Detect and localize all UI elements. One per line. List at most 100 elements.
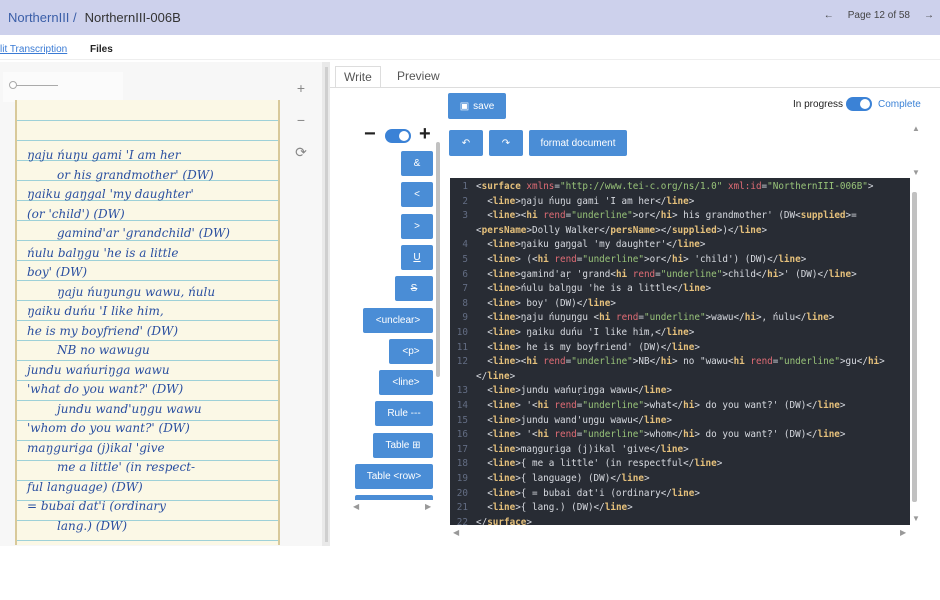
insert-button[interactable]: <p> bbox=[389, 338, 433, 364]
rotate-icon[interactable]: ⟳ bbox=[290, 144, 312, 176]
nav-tabs: lit Transcription Files bbox=[0, 40, 940, 60]
line-number: 20 bbox=[456, 487, 468, 499]
zoom-slider[interactable] bbox=[3, 72, 123, 102]
handwritten-line: or his grandmother' (DW) bbox=[57, 167, 214, 182]
code-line[interactable]: 15 <line>jundu wand'uŋgu wawu</line> bbox=[450, 415, 672, 430]
code-text: <line> '<hi rend="underline">what</hi> d… bbox=[476, 400, 846, 411]
insert-button[interactable]: U bbox=[401, 244, 433, 270]
insert-button[interactable]: Rule --- bbox=[375, 401, 433, 427]
line-number: 22 bbox=[456, 516, 468, 525]
code-text: <line> '<hi rend="underline">whom</hi> d… bbox=[476, 429, 846, 441]
arrow-left-icon[interactable]: ← bbox=[824, 10, 834, 21]
code-line[interactable]: 11 <line> he is my boyfriend' (DW)</line… bbox=[450, 342, 700, 357]
code-line[interactable]: 18 <line>{ me a little' (in respectful</… bbox=[450, 458, 723, 473]
redo-icon: ↷ bbox=[501, 137, 511, 149]
code-text: <line> (<hi rend="underline">or</hi> 'ch… bbox=[476, 254, 807, 265]
code-text: <line>{ lang.) (DW)</line> bbox=[476, 502, 633, 514]
panel-resizer[interactable] bbox=[322, 62, 330, 546]
code-text: <line>gamind'aṛ 'grand<hi rend="underlin… bbox=[476, 268, 857, 280]
buttons-scrollbar[interactable] bbox=[436, 142, 440, 377]
arrow-right-icon[interactable]: → bbox=[924, 10, 934, 21]
code-line[interactable]: 10 <line> ŋaiku duńu 'I like him,</line> bbox=[450, 327, 695, 342]
code-text: <line> boy' (DW)</line> bbox=[476, 297, 616, 309]
breadcrumb-item: NorthernIII-006B bbox=[84, 10, 181, 25]
line-number: 10 bbox=[456, 327, 468, 338]
code-line[interactable]: 21 <line>{ lang.) (DW)</line> bbox=[450, 502, 633, 517]
format-document-button[interactable]: format document bbox=[529, 130, 627, 156]
manuscript-image: ŋaju ńuŋu gami 'I am her or his grandmoth… bbox=[15, 100, 280, 545]
line-number: 11 bbox=[456, 341, 468, 353]
save-icon: ▣ bbox=[459, 100, 470, 112]
status-in-progress: In progress bbox=[793, 99, 844, 110]
code-editor[interactable]: 1 <surface xmlns="http://www.tei-c.org/ns… bbox=[450, 178, 910, 525]
code-text: <persName>Dolly Walker</persName></suppl… bbox=[476, 224, 768, 236]
zoom-in-icon[interactable]: + bbox=[290, 80, 312, 112]
code-line[interactable]: 3 <line><hi rend="underline">or</hi> his… bbox=[450, 210, 857, 225]
code-text: <line>ŋaju ńuŋuŋgu <hi rend="underline">… bbox=[476, 312, 835, 324]
insert-button[interactable]: & bbox=[401, 151, 433, 176]
code-line[interactable]: 4 <line>ŋaiku gaŋgal 'my daughter'</line… bbox=[450, 239, 706, 254]
ruled-line bbox=[17, 280, 278, 281]
code-line[interactable]: 20 <line>{ = bubai dat'i (ordinary</line… bbox=[450, 488, 700, 503]
code-text: <line>{ me a little' (in respectful</lin… bbox=[476, 458, 723, 470]
insert-button[interactable]: > bbox=[401, 213, 433, 239]
insert-button[interactable]: < bbox=[401, 182, 433, 208]
code-line[interactable]: </line> bbox=[450, 371, 515, 386]
code-text: <line><hi rend="underline">NB</hi> no "w… bbox=[476, 356, 885, 368]
insert-button[interactable]: Table ⊞ bbox=[373, 432, 433, 458]
code-text: <line> he is my boyfriend' (DW)</line> bbox=[476, 341, 700, 353]
code-text: <line><hi rend="underline">or</hi> his g… bbox=[476, 210, 857, 222]
code-line[interactable]: 19 <line>{ language) (DW)</line> bbox=[450, 473, 650, 488]
line-number: 4 bbox=[462, 239, 468, 251]
tab-write[interactable]: Write bbox=[335, 66, 381, 88]
breadcrumb-collection[interactable]: NorthernIII / bbox=[8, 10, 77, 25]
code-line[interactable]: 2 <line>ŋaju ńuŋu gami 'I am her</line> bbox=[450, 196, 694, 211]
code-text: <line>maŋguṛiga (j)ikal 'give</line> bbox=[476, 443, 689, 455]
code-text: <line>{ = bubai dat'i (ordinary</line> bbox=[476, 487, 700, 499]
insert-button[interactable]: <line> bbox=[379, 370, 433, 396]
code-line[interactable]: 6 <line>gamind'aṛ 'grand<hi rend="underl… bbox=[450, 268, 857, 284]
handwritten-line: jundu wańuriŋga wawu bbox=[27, 362, 170, 377]
insert-button[interactable] bbox=[355, 495, 433, 500]
code-line[interactable]: 22 </surface> bbox=[450, 517, 532, 525]
handwritten-line: gamind'ar 'grandchild' (DW) bbox=[57, 226, 230, 240]
top-header: NorthernIII / NorthernIII-006B ← Page 12… bbox=[0, 0, 940, 35]
ruled-line bbox=[17, 380, 278, 381]
code-line[interactable]: 8 <line> boy' (DW)</line> bbox=[450, 298, 616, 313]
code-line[interactable]: 14 <line> '<hi rend="underline">what</hi… bbox=[450, 400, 846, 415]
insert-button[interactable]: Table <row> bbox=[355, 464, 433, 489]
code-line[interactable]: 5 <line> (<hi rend="underline">or</hi> '… bbox=[450, 254, 806, 269]
redo-button[interactable]: ↷ bbox=[489, 130, 523, 156]
ruled-line bbox=[17, 120, 278, 121]
editor-scrollbar[interactable] bbox=[912, 192, 917, 502]
tab-files[interactable]: Files bbox=[90, 44, 113, 55]
code-line[interactable]: 17 <line>maŋguṛiga (j)ikal 'give</line> bbox=[450, 444, 689, 459]
code-line[interactable]: 9 <line>ŋaju ńuŋuŋgu <hi rend="underline… bbox=[450, 312, 834, 327]
undo-button[interactable]: ↶ bbox=[449, 130, 483, 156]
line-number: 3 bbox=[462, 210, 468, 222]
code-line[interactable]: <persName>Dolly Walker</persName></suppl… bbox=[450, 225, 767, 240]
line-number: 1 bbox=[462, 181, 468, 192]
line-number: 13 bbox=[456, 385, 468, 397]
insert-button[interactable]: S bbox=[395, 276, 433, 302]
insert-button[interactable]: <unclear> bbox=[363, 307, 433, 333]
line-number: 8 bbox=[462, 297, 468, 309]
viewer-tools: + − ⟳ bbox=[290, 80, 312, 176]
status-complete: Complete bbox=[878, 99, 921, 110]
code-text: <line>ŋaiku gaŋgal 'my daughter'</line> bbox=[476, 239, 706, 251]
save-button[interactable]: ▣ save bbox=[448, 93, 506, 119]
tab-preview[interactable]: Preview bbox=[389, 66, 448, 88]
code-line[interactable]: 1 <surface xmlns="http://www.tei-c.org/ns… bbox=[450, 181, 873, 196]
ruled-line bbox=[17, 360, 278, 361]
slider-handle[interactable] bbox=[9, 81, 17, 89]
status-toggle[interactable] bbox=[846, 97, 872, 111]
code-line[interactable]: 7 <line>ńulu balŋgu 'he is a little</lin… bbox=[450, 283, 711, 298]
handwritten-line: ŋaiku duńu 'I like him, bbox=[27, 304, 164, 318]
code-line[interactable]: 13 <line>jundu wańuṛiŋga wawu</line> bbox=[450, 385, 672, 400]
page-indicator: Page 12 of 58 bbox=[847, 10, 910, 21]
zoom-out-icon[interactable]: − bbox=[290, 112, 312, 144]
code-line[interactable]: 16 <line> '<hi rend="underline">whom</hi… bbox=[450, 429, 846, 444]
tab-transcription[interactable]: lit Transcription bbox=[0, 44, 67, 55]
line-number: 18 bbox=[456, 458, 468, 470]
code-line[interactable]: 12 <line><hi rend="underline">NB</hi> no… bbox=[450, 356, 885, 371]
